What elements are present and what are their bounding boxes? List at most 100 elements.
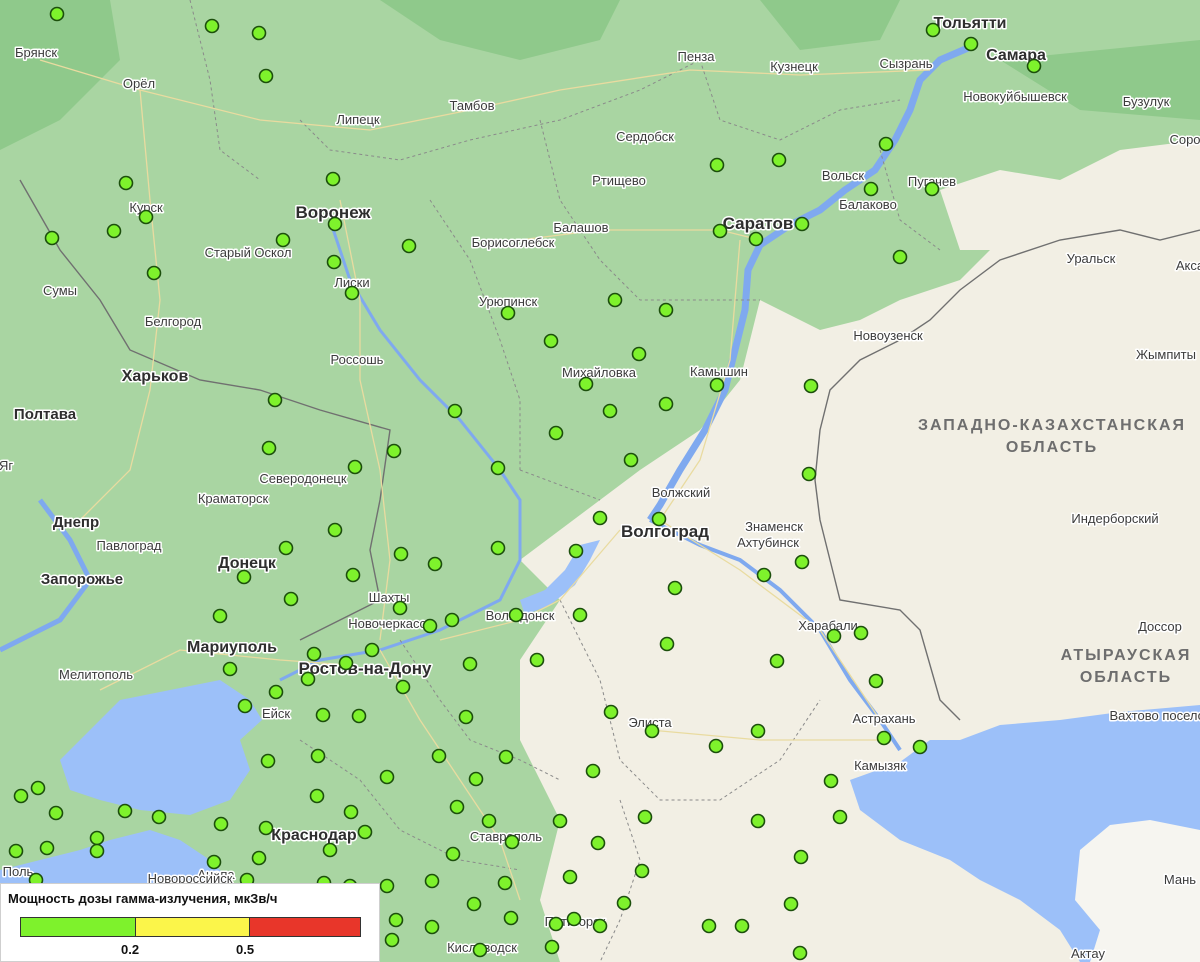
station-marker[interactable] xyxy=(963,36,979,52)
station-marker[interactable] xyxy=(543,333,559,349)
station-marker[interactable] xyxy=(801,466,817,482)
station-marker[interactable] xyxy=(602,403,618,419)
station-marker[interactable] xyxy=(504,834,520,850)
station-marker[interactable] xyxy=(89,830,105,846)
station-marker[interactable] xyxy=(637,809,653,825)
station-marker[interactable] xyxy=(701,918,717,934)
station-marker[interactable] xyxy=(490,540,506,556)
station-marker[interactable] xyxy=(568,543,584,559)
station-marker[interactable] xyxy=(562,869,578,885)
station-marker[interactable] xyxy=(481,813,497,829)
station-marker[interactable] xyxy=(237,698,253,714)
station-marker[interactable] xyxy=(592,918,608,934)
station-marker[interactable] xyxy=(748,231,764,247)
station-marker[interactable] xyxy=(925,22,941,38)
station-marker[interactable] xyxy=(379,878,395,894)
station-marker[interactable] xyxy=(912,739,928,755)
station-marker[interactable] xyxy=(275,232,291,248)
station-marker[interactable] xyxy=(853,625,869,641)
station-marker[interactable] xyxy=(315,707,331,723)
station-marker[interactable] xyxy=(771,152,787,168)
station-marker[interactable] xyxy=(347,459,363,475)
station-marker[interactable] xyxy=(490,460,506,476)
station-marker[interactable] xyxy=(327,522,343,538)
station-marker[interactable] xyxy=(466,896,482,912)
station-marker[interactable] xyxy=(300,671,316,687)
station-marker[interactable] xyxy=(500,305,516,321)
station-marker[interactable] xyxy=(44,230,60,246)
station-marker[interactable] xyxy=(497,875,513,891)
station-marker[interactable] xyxy=(401,238,417,254)
station-marker[interactable] xyxy=(258,68,274,84)
station-marker[interactable] xyxy=(343,804,359,820)
station-marker[interactable] xyxy=(424,873,440,889)
station-marker[interactable] xyxy=(384,932,400,948)
station-marker[interactable] xyxy=(750,813,766,829)
station-marker[interactable] xyxy=(445,846,461,862)
station-marker[interactable] xyxy=(793,849,809,865)
station-marker[interactable] xyxy=(117,803,133,819)
station-marker[interactable] xyxy=(783,896,799,912)
station-marker[interactable] xyxy=(278,540,294,556)
station-marker[interactable] xyxy=(616,895,632,911)
station-marker[interactable] xyxy=(892,249,908,265)
station-marker[interactable] xyxy=(769,653,785,669)
station-marker[interactable] xyxy=(388,912,404,928)
station-marker[interactable] xyxy=(251,850,267,866)
station-marker[interactable] xyxy=(449,799,465,815)
station-marker[interactable] xyxy=(458,709,474,725)
station-marker[interactable] xyxy=(658,396,674,412)
station-marker[interactable] xyxy=(386,443,402,459)
station-marker[interactable] xyxy=(204,18,220,34)
station-marker[interactable] xyxy=(634,863,650,879)
station-marker[interactable] xyxy=(393,546,409,562)
station-marker[interactable] xyxy=(89,843,105,859)
station-marker[interactable] xyxy=(863,181,879,197)
station-marker[interactable] xyxy=(338,655,354,671)
station-marker[interactable] xyxy=(631,346,647,362)
station-marker[interactable] xyxy=(236,569,252,585)
station-marker[interactable] xyxy=(260,753,276,769)
station-marker[interactable] xyxy=(607,292,623,308)
station-marker[interactable] xyxy=(326,254,342,270)
station-marker[interactable] xyxy=(508,607,524,623)
station-marker[interactable] xyxy=(39,840,55,856)
station-marker[interactable] xyxy=(548,916,564,932)
station-marker[interactable] xyxy=(283,591,299,607)
station-marker[interactable] xyxy=(379,769,395,785)
station-marker[interactable] xyxy=(351,708,367,724)
station-marker[interactable] xyxy=(431,748,447,764)
station-marker[interactable] xyxy=(30,780,46,796)
station-marker[interactable] xyxy=(345,567,361,583)
station-marker[interactable] xyxy=(498,749,514,765)
station-marker[interactable] xyxy=(344,285,360,301)
station-marker[interactable] xyxy=(364,642,380,658)
station-marker[interactable] xyxy=(832,809,848,825)
station-marker[interactable] xyxy=(503,910,519,926)
station-marker[interactable] xyxy=(422,618,438,634)
station-marker[interactable] xyxy=(327,216,343,232)
station-marker[interactable] xyxy=(462,656,478,672)
station-marker[interactable] xyxy=(876,730,892,746)
station-marker[interactable] xyxy=(548,425,564,441)
station-marker[interactable] xyxy=(868,673,884,689)
station-marker[interactable] xyxy=(709,157,725,173)
station-marker[interactable] xyxy=(392,600,408,616)
station-marker[interactable] xyxy=(138,209,154,225)
station-marker[interactable] xyxy=(267,392,283,408)
station-marker[interactable] xyxy=(306,646,322,662)
map-canvas[interactable]: ЗАПАДНО-КАЗАХСТАНСКАЯ ОБЛАСТЬ АТЫРАУСКАЯ О… xyxy=(0,0,1200,962)
station-marker[interactable] xyxy=(8,843,24,859)
station-marker[interactable] xyxy=(427,556,443,572)
station-marker[interactable] xyxy=(544,939,560,955)
station-marker[interactable] xyxy=(106,223,122,239)
station-marker[interactable] xyxy=(823,773,839,789)
station-marker[interactable] xyxy=(623,452,639,468)
station-marker[interactable] xyxy=(325,171,341,187)
station-marker[interactable] xyxy=(794,554,810,570)
station-marker[interactable] xyxy=(424,919,440,935)
station-marker[interactable] xyxy=(878,136,894,152)
station-marker[interactable] xyxy=(572,607,588,623)
station-marker[interactable] xyxy=(258,820,274,836)
station-marker[interactable] xyxy=(1026,58,1042,74)
